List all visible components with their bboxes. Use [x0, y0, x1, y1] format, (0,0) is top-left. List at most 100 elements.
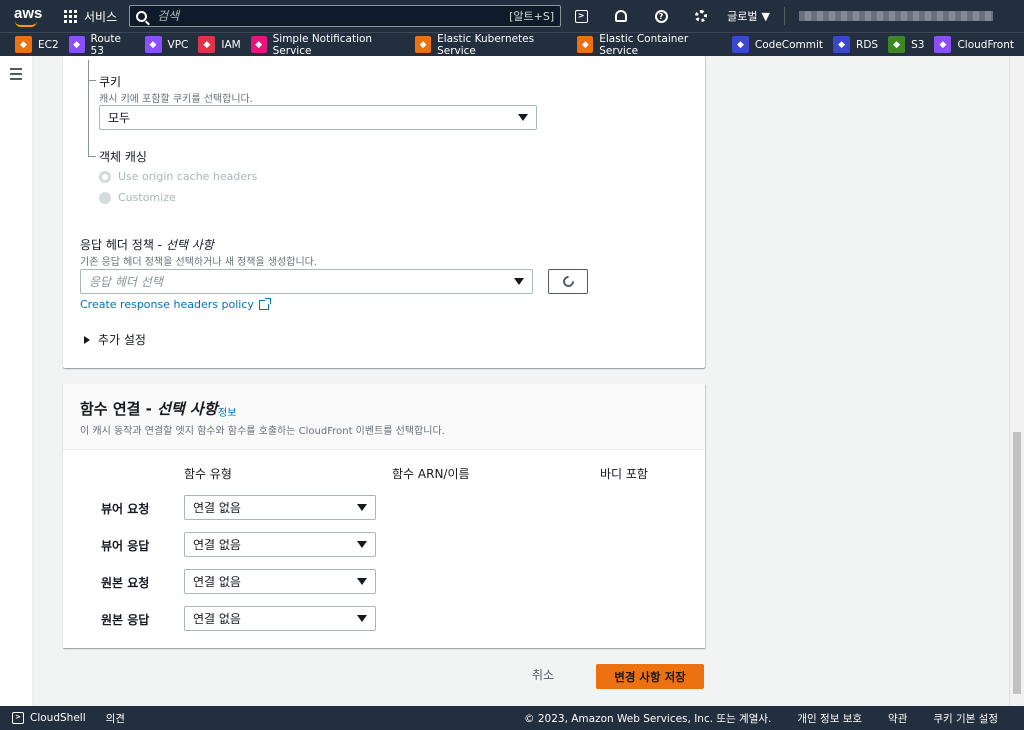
radio-origin-cache-headers[interactable]: Use origin cache headers [99, 170, 257, 183]
scrollbar[interactable] [1009, 56, 1024, 706]
cancel-button[interactable]: 취소 [532, 666, 554, 683]
favorite-codecommit[interactable]: ◆ CodeCommit [731, 36, 824, 53]
tree-connector [88, 156, 96, 157]
caret-down-icon [357, 615, 367, 622]
function-type-select[interactable]: 연결 없음 [184, 532, 376, 557]
radio-customize[interactable]: Customize [99, 191, 176, 204]
favorite-iam[interactable]: ◆ IAM [198, 36, 241, 53]
favorite-vpc[interactable]: ◆ VPC [144, 36, 188, 53]
tree-connector [88, 60, 89, 157]
s3-icon: ◆ [888, 36, 906, 53]
function-associations-description: 이 캐시 동작과 연결할 엣지 함수와 함수를 호출하는 CloudFront … [80, 426, 445, 437]
response-headers-select[interactable]: 응답 헤더 선택 [80, 269, 533, 294]
function-row-label: 원본 응답 [101, 613, 150, 627]
cloudfront-icon: ◆ [934, 36, 952, 53]
favorite-label: Simple Notification Service [272, 32, 373, 57]
notifications-button[interactable] [601, 0, 641, 32]
favorite-eks[interactable]: ◆ Elastic Kubernetes Service [415, 33, 567, 57]
divider [783, 7, 785, 25]
privacy-link[interactable]: 개인 정보 보호 [797, 711, 862, 726]
favorite-label: CloudFront [957, 38, 1015, 51]
tree-connector [88, 80, 96, 81]
aws-logo-text: aws [14, 5, 43, 22]
create-response-headers-policy-link[interactable]: Create response headers policy [80, 297, 271, 311]
copyright-text: © 2023, Amazon Web Services, Inc. 또는 계열사… [524, 712, 772, 725]
info-link[interactable]: 정보 [218, 404, 236, 419]
function-type-select[interactable]: 연결 없음 [184, 606, 376, 631]
favorite-ecs[interactable]: ◆ Elastic Container Service [577, 33, 722, 57]
gear-icon [695, 10, 708, 22]
feedback-link[interactable]: 의견 [106, 711, 125, 726]
favorite-label: CodeCommit [754, 38, 824, 51]
column-header-include-body: 바디 포함 [600, 467, 648, 481]
aws-smile-icon [15, 21, 37, 27]
additional-settings-label: 추가 설정 [98, 333, 146, 347]
codecommit-icon: ◆ [731, 36, 749, 53]
iam-icon: ◆ [198, 36, 216, 53]
favorite-label: EC2 [38, 38, 59, 51]
settings-button[interactable] [681, 0, 721, 32]
function-row-label: 뷰어 요청 [101, 502, 150, 516]
radio-indicator [99, 170, 111, 183]
aws-logo[interactable]: aws [12, 0, 52, 32]
response-headers-description: 기존 응답 헤더 정책을 선택하거나 새 정책을 생성합니다. [80, 257, 318, 268]
caret-down-icon [514, 278, 524, 285]
scrollbar-thumb[interactable] [1013, 432, 1021, 694]
favorite-rds[interactable]: ◆ RDS [833, 36, 878, 53]
additional-settings-toggle[interactable]: 추가 설정 [84, 331, 146, 348]
caret-down-icon [357, 578, 367, 585]
cloudshell-button[interactable]: > [561, 0, 601, 32]
services-menu-button[interactable]: 서비스 [64, 0, 117, 32]
cookie-select-value: 모두 [108, 111, 131, 125]
account-menu-redacted[interactable] [798, 11, 993, 21]
eks-icon: ◆ [415, 36, 432, 53]
function-associations-title: 함수 연결 - 선택 사항 [80, 400, 218, 418]
terminal-icon: > [574, 9, 588, 23]
object-caching-label: 객체 캐싱 [99, 150, 147, 164]
region-selector[interactable]: 글로벌 ▼ [727, 8, 784, 24]
cloudshell-label: CloudShell [30, 712, 86, 724]
column-header-function-type: 함수 유형 [184, 467, 232, 481]
side-navigation-strip [0, 56, 33, 706]
cloudshell-footer-button[interactable]: > CloudShell [12, 712, 86, 724]
radio-indicator [99, 191, 111, 204]
external-link-icon [258, 297, 271, 310]
favorite-label: S3 [911, 38, 925, 51]
sns-icon: ◆ [250, 36, 267, 53]
favorite-cloudfront[interactable]: ◆ CloudFront [934, 36, 1014, 53]
terminal-icon: > [12, 712, 24, 724]
favorite-s3[interactable]: ◆ S3 [888, 36, 924, 53]
favorite-label: Elastic Container Service [599, 32, 689, 57]
vpc-icon: ◆ [144, 36, 162, 53]
favorite-sns[interactable]: ◆ Simple Notification Service [250, 32, 405, 57]
help-button[interactable]: ? [641, 0, 681, 32]
search-shortcut-hint: [알트+S] [509, 10, 555, 23]
cookie-select[interactable]: 모두 [99, 105, 537, 130]
refresh-button[interactable] [548, 269, 588, 294]
save-changes-button[interactable]: 변경 사항 저장 [596, 664, 704, 689]
favorite-ec2[interactable]: ◆ EC2 [15, 36, 59, 53]
favorite-route53[interactable]: ◆ Route 53 [68, 33, 135, 57]
favorite-label: Elastic Kubernetes Service [437, 32, 535, 57]
favorite-label: RDS [856, 38, 879, 51]
function-type-select[interactable]: 연결 없음 [184, 495, 376, 520]
favorite-label: IAM [221, 38, 241, 51]
function-type-value: 연결 없음 [193, 538, 241, 552]
cookie-description: 캐시 키에 포함할 쿠키를 선택합니다. [99, 94, 253, 105]
search-box[interactable]: [알트+S] [129, 5, 562, 27]
function-type-value: 연결 없음 [193, 612, 241, 626]
link-text: Create response headers policy [80, 298, 254, 311]
route53-icon: ◆ [68, 36, 85, 53]
function-row-label: 원본 요청 [101, 576, 150, 590]
search-input[interactable] [157, 9, 510, 23]
function-type-select[interactable]: 연결 없음 [184, 569, 376, 594]
grid-icon [64, 9, 77, 23]
terms-link[interactable]: 약관 [888, 711, 907, 726]
footer: > CloudShell 의견 © 2023, Amazon Web Servi… [0, 706, 1024, 730]
caret-down-icon: ▼ [761, 9, 770, 23]
radio-label: Use origin cache headers [118, 170, 258, 183]
refresh-icon [560, 273, 576, 290]
cookie-preferences-link[interactable]: 쿠키 기본 설정 [933, 711, 998, 726]
region-label: 글로벌 [727, 10, 758, 23]
menu-icon[interactable] [10, 68, 22, 83]
